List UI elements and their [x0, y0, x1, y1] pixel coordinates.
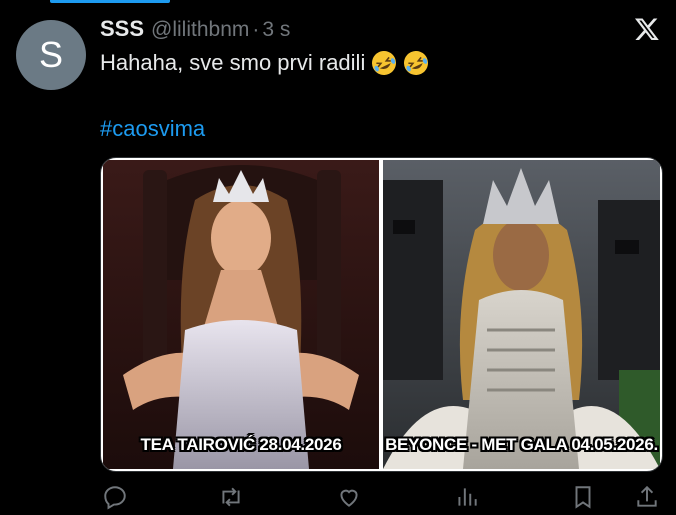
- avatar-letter: S: [38, 34, 63, 75]
- media-collage[interactable]: TEA TAIROVIĆ 28.04.2026 BEYONCE - MET GA…: [100, 157, 663, 472]
- retweet-icon[interactable]: [218, 484, 244, 510]
- tweet-text: Hahaha, sve smo prvi radili: [100, 50, 429, 76]
- rolling-on-floor-laughing-emoji: [404, 51, 429, 75]
- reply-icon[interactable]: [102, 484, 128, 510]
- views-icon[interactable]: [454, 484, 480, 510]
- media-photo-right[interactable]: BEYONCE - MET GALA 04.05.2026.: [383, 160, 660, 469]
- display-name[interactable]: SSS: [100, 16, 144, 42]
- timestamp[interactable]: 3 s: [262, 18, 290, 42]
- media-photo-left[interactable]: TEA TAIROVIĆ 28.04.2026: [103, 160, 379, 469]
- separator-dot: ·: [252, 18, 260, 41]
- x-logo-icon[interactable]: [634, 16, 660, 42]
- share-icon[interactable]: [634, 484, 660, 510]
- hashtag-link[interactable]: #caosvima: [100, 116, 205, 142]
- bookmark-icon[interactable]: [570, 484, 596, 510]
- tweet-body: Hahaha, sve smo prvi radili: [100, 50, 366, 75]
- tab-indicator: [50, 0, 170, 3]
- left-photo-caption: TEA TAIROVIĆ 28.04.2026: [140, 435, 342, 454]
- tweet-actions: [100, 484, 660, 514]
- user-handle[interactable]: @lilithbnm: [151, 18, 249, 42]
- like-icon[interactable]: [336, 484, 362, 510]
- rolling-on-floor-laughing-emoji: [372, 51, 397, 75]
- right-photo-caption: BEYONCE - MET GALA 04.05.2026.: [385, 435, 658, 454]
- tweet-header: SSS @lilithbnm · 3 s: [100, 16, 290, 42]
- avatar[interactable]: S: [16, 20, 86, 90]
